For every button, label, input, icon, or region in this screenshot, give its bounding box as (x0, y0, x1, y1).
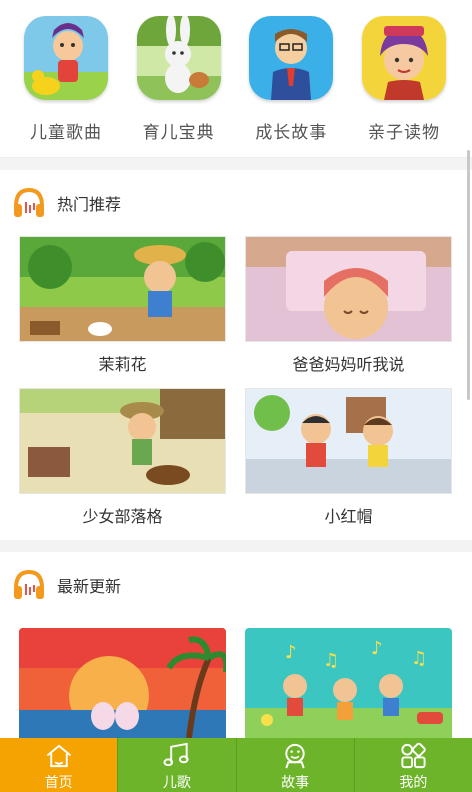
category-label: 育儿宝典 (142, 123, 215, 143)
hot-item-card[interactable]: 茉莉花 (19, 236, 226, 388)
hot-item-title: 爸爸妈妈听我说 (292, 355, 405, 374)
farmer-boy-thumbnail (19, 236, 226, 342)
home-icon (46, 744, 71, 768)
newest-grid: ♪ ♫ ♪ ♫ (0, 628, 472, 738)
grid-icon (401, 742, 427, 769)
girl-reader-thumbnail (361, 16, 446, 100)
two-boys-thumbnail (245, 388, 452, 494)
hot-item-card[interactable]: 爸爸妈妈听我说 (245, 236, 452, 388)
hot-item-title: 少女部落格 (82, 507, 163, 526)
newest-item-card[interactable]: ♪ ♫ ♪ ♫ (245, 628, 452, 738)
music-note-icon (163, 742, 189, 767)
hot-section-header: 热门推荐 (0, 170, 472, 236)
category-label: 儿童歌曲 (30, 123, 102, 143)
tab-mine[interactable]: 我的 (355, 738, 472, 792)
tab-label: 首页 (44, 775, 73, 791)
dancing-kids-thumbnail: ♪ ♫ ♪ ♫ (245, 628, 452, 738)
svg-text:♪: ♪ (371, 638, 383, 659)
section-divider (0, 540, 472, 552)
category-children-songs[interactable]: 儿童歌曲 (16, 0, 116, 157)
rabbit-thumbnail (136, 16, 221, 100)
svg-text:♫: ♫ (411, 648, 427, 669)
sleeping-child-thumbnail (245, 236, 452, 342)
hot-section-title: 热门推荐 (57, 195, 122, 214)
hot-item-card[interactable]: 少女部落格 (19, 388, 226, 540)
bottom-tab-bar: 首页 儿歌 故事 我的 (0, 738, 472, 792)
headphones-icon (14, 187, 44, 217)
hot-item-card[interactable]: 小红帽 (245, 388, 452, 540)
hot-item-title: 茉莉花 (98, 355, 147, 374)
sunset-rabbits-thumbnail (19, 628, 226, 738)
tab-label: 我的 (399, 775, 428, 791)
hot-item-title: 小红帽 (324, 507, 373, 526)
tab-stories[interactable]: 故事 (237, 738, 355, 792)
smiley-icon (285, 743, 305, 769)
category-row: 儿童歌曲 育儿宝典 成长故事 亲子读物 (0, 0, 472, 158)
category-label: 亲子读物 (367, 123, 440, 143)
category-label: 成长故事 (255, 123, 328, 143)
headphones-icon (14, 569, 44, 599)
svg-text:♪: ♪ (285, 642, 297, 663)
home-scroll-view[interactable]: 儿童歌曲 育儿宝典 成长故事 亲子读物 热门推荐 茉莉花 爸爸妈妈听我说 少女部… (0, 0, 472, 738)
section-divider (0, 158, 472, 170)
tab-home[interactable]: 首页 (0, 738, 119, 792)
newest-section-title: 最新更新 (57, 577, 122, 596)
tab-label: 儿歌 (162, 775, 191, 791)
girl-with-basket-thumbnail (19, 388, 226, 494)
tab-songs[interactable]: 儿歌 (118, 738, 237, 792)
teacher-thumbnail (249, 16, 334, 100)
kid-singer-thumbnail (24, 16, 108, 100)
newest-item-card[interactable] (19, 628, 226, 738)
hot-grid: 茉莉花 爸爸妈妈听我说 少女部落格 小红帽 (0, 236, 472, 540)
newest-section-header: 最新更新 (0, 552, 472, 618)
category-growth-stories[interactable]: 成长故事 (241, 0, 341, 157)
svg-text:♫: ♫ (323, 650, 339, 671)
scrollbar[interactable] (467, 150, 470, 400)
tab-label: 故事 (281, 775, 310, 791)
category-parent-child-reading[interactable]: 亲子读物 (354, 0, 454, 157)
category-parenting[interactable]: 育儿宝典 (129, 0, 229, 157)
